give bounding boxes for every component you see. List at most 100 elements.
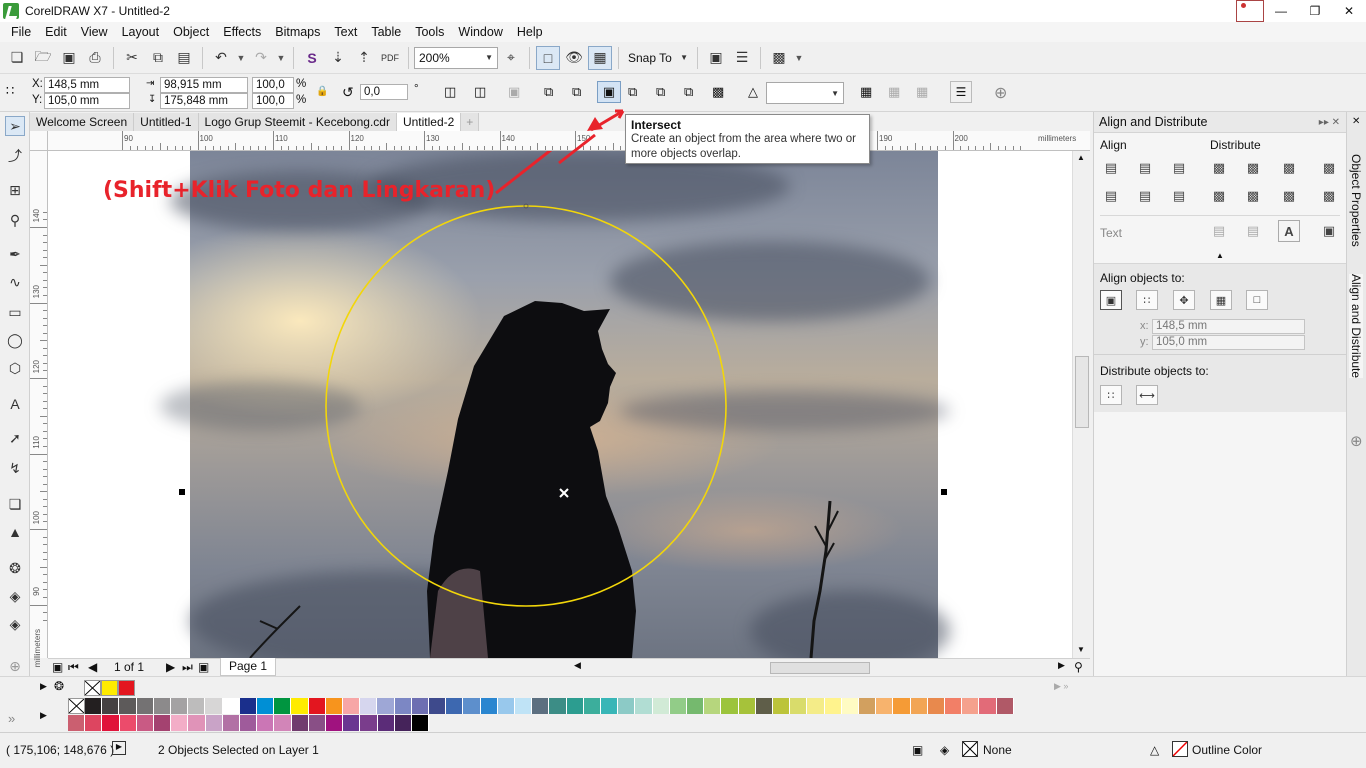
align-to-page-edge-icon[interactable]: ∷: [1136, 290, 1158, 310]
minimize-button[interactable]: —: [1264, 0, 1298, 22]
palette-swatch[interactable]: [841, 698, 859, 714]
undo-dropdown-icon[interactable]: ▼: [235, 46, 247, 70]
palette-swatch[interactable]: [205, 698, 223, 714]
smart-fill-tool-icon[interactable]: ◈: [5, 614, 25, 634]
scale-width-input[interactable]: 100,0: [252, 77, 294, 93]
menu-table[interactable]: Table: [364, 25, 408, 39]
side-tabs-add-icon[interactable]: ⊕: [1350, 432, 1363, 450]
launcher-dropdown-icon[interactable]: ▼: [793, 46, 805, 70]
distribute-center-h-icon[interactable]: ▩: [1244, 160, 1262, 176]
vertical-ruler[interactable]: millimeters 140 130 120 110 100 90: [30, 151, 48, 667]
last-page-icon[interactable]: ⏭: [182, 660, 193, 675]
add-tool-icon[interactable]: ⊕: [5, 656, 25, 676]
palette-swatch[interactable]: [566, 698, 584, 714]
copy-icon[interactable]: ⧉: [146, 46, 170, 70]
text-bounding-box-icon[interactable]: A: [1278, 220, 1300, 242]
lock-ratio-icon[interactable]: 🔒: [316, 86, 328, 97]
palette-swatch[interactable]: [68, 715, 86, 731]
show-grid-icon[interactable]: ▦: [588, 45, 612, 70]
distribute-spacing-h-icon[interactable]: ▩: [1320, 160, 1338, 176]
palette-swatch[interactable]: [429, 698, 447, 714]
menu-tools[interactable]: Tools: [408, 25, 451, 39]
palette-swatch[interactable]: [257, 698, 275, 714]
align-bottom-icon[interactable]: ▤: [1170, 188, 1188, 204]
palette-swatch[interactable]: [669, 698, 687, 714]
palette-eyedropper-icon[interactable]: ❂: [54, 679, 64, 693]
palette-swatch[interactable]: [738, 698, 756, 714]
palette-swatch[interactable]: [325, 698, 343, 714]
palette-swatch[interactable]: [377, 715, 395, 731]
color-eyedropper-tool-icon[interactable]: ❂: [5, 558, 25, 578]
palette-swatch[interactable]: [876, 698, 894, 714]
palette-swatch[interactable]: [171, 715, 189, 731]
width-input[interactable]: 98,915 mm: [160, 77, 248, 93]
connector-tool-icon[interactable]: ↯: [5, 458, 25, 478]
palette-swatch[interactable]: [446, 698, 464, 714]
distribute-spacing-v-icon[interactable]: ▩: [1320, 188, 1338, 204]
weld-icon[interactable]: ⧉: [544, 84, 553, 100]
freehand-tool-icon[interactable]: ✒: [5, 244, 25, 264]
scroll-right-icon[interactable]: ▶: [1058, 660, 1065, 671]
save-icon[interactable]: ▣: [57, 46, 81, 70]
palette-scroll-right-icon[interactable]: ▶ »: [1054, 681, 1068, 692]
front-minus-back-icon[interactable]: ⧉: [656, 84, 665, 100]
rectangle-tool-icon[interactable]: ▭: [5, 302, 25, 322]
align-center-horizontal-icon[interactable]: ▤: [1136, 160, 1154, 176]
palette-swatch[interactable]: [240, 715, 258, 731]
vertical-scrollbar[interactable]: ▲ ▼: [1072, 151, 1090, 658]
export-icon[interactable]: ⇡: [352, 46, 376, 70]
palette-swatch[interactable]: [291, 698, 309, 714]
distribute-bottom-icon[interactable]: ▩: [1280, 188, 1298, 204]
align-distribute-icon[interactable]: ☰: [950, 81, 972, 103]
rotation-input[interactable]: 0,0: [360, 84, 408, 100]
palette-swatch[interactable]: [85, 715, 103, 731]
palette-swatch[interactable]: [205, 715, 223, 731]
menu-file[interactable]: File: [4, 25, 38, 39]
open-folder-icon[interactable]: 🗁: [31, 46, 55, 70]
menu-bitmaps[interactable]: Bitmaps: [268, 25, 327, 39]
palette-swatch[interactable]: [601, 698, 619, 714]
text-align-last-baseline-icon[interactable]: ▤: [1244, 223, 1262, 239]
redo-dropdown-icon[interactable]: ▼: [275, 46, 287, 70]
previous-page-icon[interactable]: ◀: [88, 660, 97, 674]
add-toolbar-icon[interactable]: ⊕: [994, 83, 1007, 103]
menu-effects[interactable]: Effects: [216, 25, 268, 39]
zoom-fit-icon[interactable]: ⌖: [499, 46, 523, 70]
palette-swatch[interactable]: [171, 698, 189, 714]
palette-swatch[interactable]: [910, 698, 928, 714]
maximize-button[interactable]: ❐: [1298, 0, 1332, 22]
object-origin-icon[interactable]: ∷: [6, 83, 14, 99]
palette-menu-icon[interactable]: ▶: [40, 681, 47, 692]
palette-swatch[interactable]: [308, 715, 326, 731]
outline-pen-icon[interactable]: △: [748, 84, 758, 100]
vertical-scroll-thumb[interactable]: [1075, 356, 1089, 428]
palette-swatch[interactable]: [308, 698, 326, 714]
palette-swatch[interactable]: [790, 698, 808, 714]
text-tool-icon[interactable]: A: [5, 394, 25, 414]
palette-swatch[interactable]: [360, 715, 378, 731]
palette-swatch[interactable]: [188, 698, 206, 714]
welcome-screen-icon[interactable]: ▩: [767, 46, 791, 70]
palette-swatch[interactable]: [222, 715, 240, 731]
palette-swatch[interactable]: [652, 698, 670, 714]
palette-swatch[interactable]: [394, 715, 412, 731]
artistic-media-tool-icon[interactable]: ∿: [5, 272, 25, 292]
color-proof-icon[interactable]: ▣: [912, 743, 923, 757]
palette-swatch[interactable]: [945, 698, 963, 714]
zoom-navigator-icon[interactable]: ⚲: [1074, 660, 1083, 674]
palette-swatch[interactable]: [85, 698, 103, 714]
palette-swatch[interactable]: [102, 698, 120, 714]
shape-tool-icon[interactable]: ⤴: [5, 146, 25, 166]
palette-swatch[interactable]: [773, 698, 791, 714]
scale-height-input[interactable]: 100,0: [252, 93, 294, 109]
palette-swatch[interactable]: [326, 715, 344, 731]
palette-swatch[interactable]: [188, 715, 206, 731]
next-page-icon[interactable]: ▶: [166, 660, 175, 674]
palette-swatch[interactable]: [257, 715, 275, 731]
align-to-active-objects-icon[interactable]: ▣: [1100, 290, 1122, 310]
palette-swatch[interactable]: [549, 698, 567, 714]
tab-welcome-screen[interactable]: Welcome Screen: [30, 113, 135, 131]
zoom-level-select[interactable]: 200% ▼: [414, 46, 498, 69]
palette-swatch[interactable]: [755, 698, 773, 714]
transparency-tool-icon[interactable]: ▲: [5, 522, 25, 542]
